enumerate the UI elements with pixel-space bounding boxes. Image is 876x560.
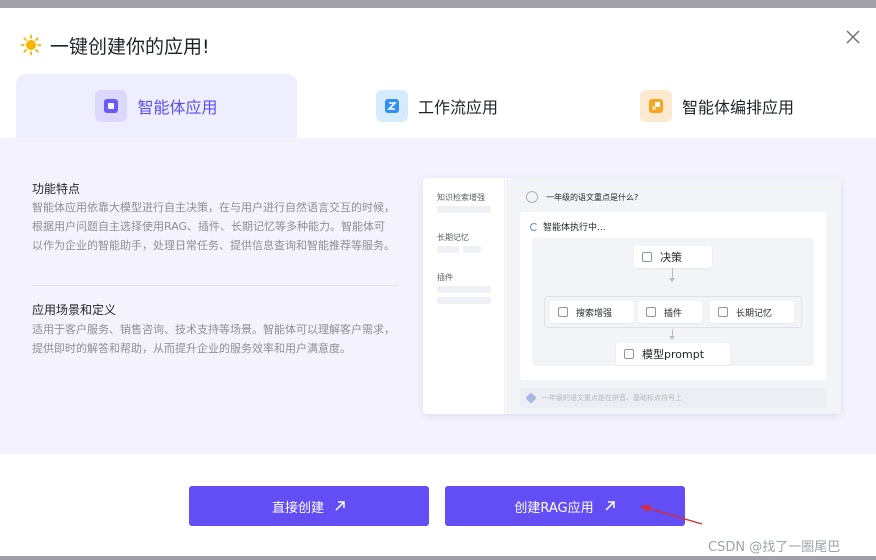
decision-icon <box>642 252 652 262</box>
scenarios-description: 适用于客户服务、销售咨询、技术支持等场景。智能体可以理解客户需求，提供即时的解答… <box>32 323 395 355</box>
tab-orchestration-app[interactable]: 智能体编排应用 <box>640 74 870 138</box>
agent-app-icon <box>95 90 128 122</box>
sun-icon <box>20 34 42 56</box>
preview-question-text: 一年级的语文重点是什么? <box>546 192 639 202</box>
preview-placeholder-bar <box>437 206 491 213</box>
preview-status: 智能体执行中... <box>530 220 606 233</box>
workflow-icon <box>376 90 408 122</box>
flow-node-model: 模型prompt <box>616 343 730 365</box>
flow-node-model-label: 模型prompt <box>642 348 705 361</box>
preview-sidebar-item: 插件 <box>437 273 453 282</box>
create-rag-app-button-label: 创建RAG应用 <box>514 500 594 516</box>
preview-input-bar: 一年级的语文重点是在拼音、基础标点符号上 <box>520 388 826 408</box>
tab-workflow-app[interactable]: 工作流应用 <box>376 74 576 138</box>
flow-arrow-tip <box>669 278 675 282</box>
preview-sidebar-item: 知识检索增强 <box>437 193 485 202</box>
memory-icon <box>718 307 728 317</box>
arrow-up-right-icon <box>335 501 345 511</box>
dialog-title: 一键创建你的应用! <box>50 35 210 58</box>
model-prompt-icon <box>624 349 634 359</box>
flow-node-decision-label: 决策 <box>660 251 682 264</box>
scenarios-title: 应用场景和定义 <box>32 303 117 317</box>
direct-create-button-label: 直接创建 <box>271 500 324 516</box>
plugin-icon <box>646 307 656 317</box>
flow-node-search: 搜索增强 <box>550 301 634 323</box>
direct-create-button[interactable]: 直接创建 <box>189 486 429 526</box>
preview-sidebar-item: 长期记忆 <box>437 233 469 242</box>
preview-status-text: 智能体执行中... <box>543 223 606 233</box>
tab-orchestration-app-label: 智能体编排应用 <box>682 98 795 117</box>
preview-sidebar: 知识检索增强 长期记忆 插件 <box>423 178 505 414</box>
flow-node-search-label: 搜索增强 <box>576 308 613 319</box>
close-icon[interactable] <box>842 26 864 48</box>
orchestration-icon <box>640 90 672 122</box>
flow-node-plugin: 插件 <box>638 301 702 323</box>
annotation-arrow <box>640 505 703 525</box>
tab-agent-app-label: 智能体应用 <box>137 98 218 117</box>
dialog-header: 一键创建你的应用! <box>20 30 210 60</box>
watermark: CSDN @找了一圈尾巴 <box>708 540 841 555</box>
features-title: 功能特点 <box>32 182 81 196</box>
flow-node-decision: 决策 <box>634 246 712 268</box>
user-avatar-icon <box>526 191 538 203</box>
features-description: 智能体应用依靠大模型进行自主决策，在与用户进行自然语言交互的时候，根据用户问题自… <box>32 201 395 252</box>
flow-node-plugin-label: 插件 <box>664 308 683 319</box>
backdrop-bottom-strip <box>0 556 876 560</box>
preview-placeholder-bar <box>437 286 491 293</box>
search-enhance-icon <box>558 307 568 317</box>
backdrop-top-strip <box>0 0 876 8</box>
preview-placeholder-bar <box>437 246 459 253</box>
assistant-logo-icon <box>525 392 537 404</box>
arrow-up-right-icon <box>605 501 615 511</box>
preview-flow-diagram: 决策 搜索增强 插件 长期记忆 模型prompt <box>532 238 814 366</box>
agent-preview-illustration: 知识检索增强 长期记忆 插件 一年级的语文重点是什么? 智能体执行中... 决策 <box>423 178 841 414</box>
preview-execution-card: 智能体执行中... 决策 搜索增强 插件 长期记忆 模型prompt <box>520 212 826 380</box>
tab-agent-app[interactable]: 智能体应用 <box>16 74 297 138</box>
preview-question: 一年级的语文重点是什么? <box>526 191 638 203</box>
preview-main: 一年级的语文重点是什么? 智能体执行中... 决策 搜索增强 插件 长期记忆 模… <box>506 178 841 414</box>
preview-placeholder-bar <box>463 246 481 253</box>
flow-node-memory-label: 长期记忆 <box>736 308 773 319</box>
loading-spinner-icon <box>530 222 538 231</box>
flow-node-memory: 长期记忆 <box>710 301 794 323</box>
section-divider <box>32 285 398 286</box>
tab-workflow-app-label: 工作流应用 <box>418 98 499 117</box>
flow-arrow-tip <box>669 336 675 340</box>
preview-input-text: 一年级的语文重点是在拼音、基础标点符号上 <box>542 394 682 402</box>
preview-placeholder-bar <box>437 297 491 304</box>
